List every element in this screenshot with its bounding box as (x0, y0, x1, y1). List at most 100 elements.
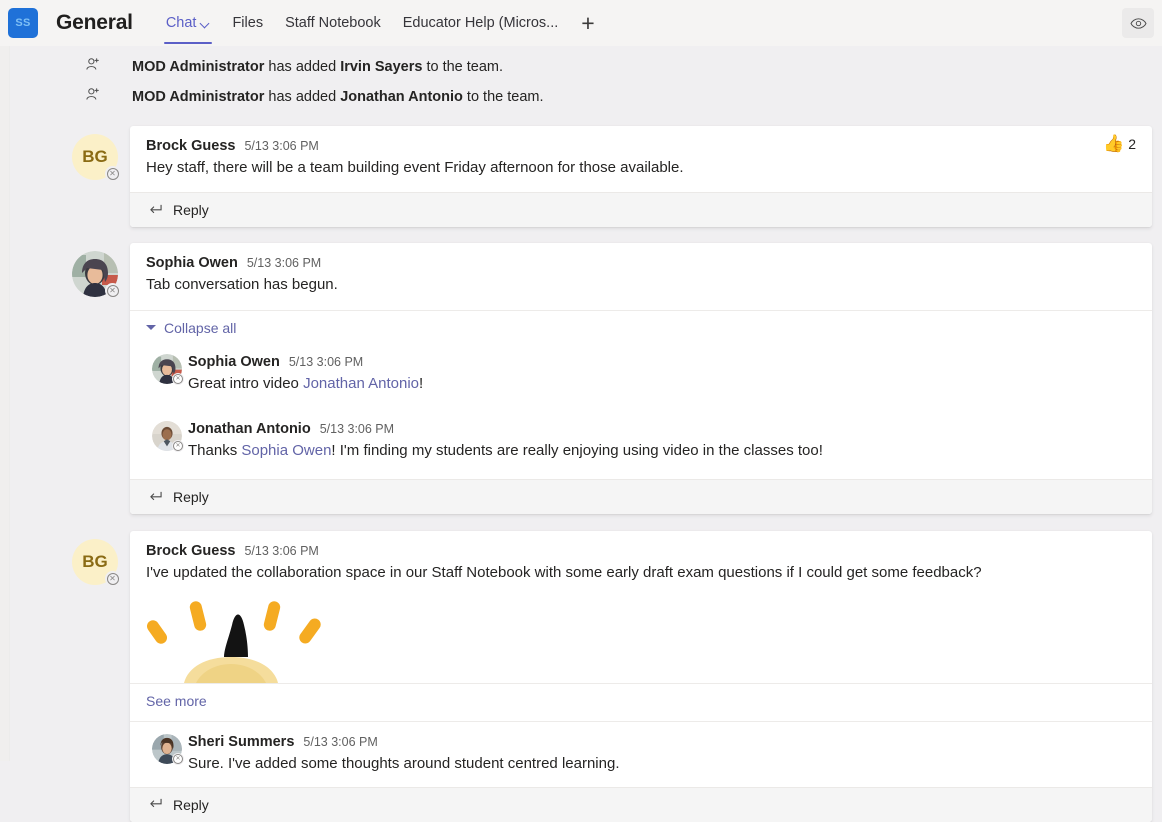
message-header: Sophia Owen 5/13 3:06 PM (146, 255, 1138, 271)
text-after: ! I'm finding my students are really enj… (331, 441, 823, 459)
message-group: BG ✕ Brock Guess 5/13 3:06 PM Hey staff,… (10, 126, 1162, 228)
message-card[interactable]: Brock Guess 5/13 3:06 PM I've updated th… (130, 531, 1152, 822)
avatar-initials: BG (82, 147, 108, 166)
reply-content: Sophia Owen 5/13 3:06 PM Great intro vid… (188, 354, 1138, 394)
chevron-down-icon[interactable] (201, 19, 210, 28)
message-timestamp: 5/13 3:06 PM (246, 256, 322, 271)
mention-link[interactable]: Sophia Owen (241, 442, 331, 459)
tab-bar: Chat Files Staff Notebook Educator Help … (155, 0, 607, 46)
system-message-text: MOD Administrator has added Jonathan Ant… (132, 89, 544, 105)
avatar[interactable]: BG ✕ (72, 134, 120, 181)
avatar[interactable]: ✕ (152, 353, 184, 385)
message-text: Hey staff, there will be a team building… (146, 159, 684, 176)
avatar[interactable]: BG ✕ (72, 539, 120, 586)
message-body: Sophia Owen 5/13 3:06 PM Tab conversatio… (130, 243, 1152, 309)
tab-staff-notebook[interactable]: Staff Notebook (274, 0, 392, 46)
channel-header: SS General Chat Files Staff Notebook Edu… (0, 0, 1162, 46)
avatar[interactable]: ✕ (152, 734, 184, 766)
tab-chat-label: Chat (165, 15, 197, 31)
message-timestamp: 5/13 3:06 PM (244, 544, 319, 558)
system-suffix: to the team. (462, 89, 544, 105)
thread-reply: ✕ Sheri Summers 5/13 3:06 PM Sure. I've … (130, 722, 1152, 786)
system-message-text: MOD Administrator has added Irvin Sayers… (132, 59, 503, 75)
message-text: I've updated the collaboration space in … (146, 564, 982, 581)
reply-label: Reply (173, 796, 209, 813)
text-before: Great intro video (188, 374, 304, 392)
tab-staff-notebook-label: Staff Notebook (285, 15, 381, 31)
message-body: Brock Guess 5/13 3:06 PM Hey staff, ther… (130, 126, 1152, 192)
reply-label: Reply (173, 489, 209, 505)
reply-arrow-icon (150, 204, 162, 213)
message-header: Sophia Owen 5/13 3:06 PM (188, 354, 1138, 370)
system-actor: MOD Administrator (132, 89, 265, 105)
reply-content: Sheri Summers 5/13 3:06 PM Sure. I've ad… (188, 734, 1138, 774)
presence-badge: ✕ (172, 753, 184, 766)
eye-icon (1130, 17, 1146, 29)
system-target: Irvin Sayers (340, 59, 423, 75)
team-avatar[interactable]: SS (8, 8, 38, 38)
message-group: ✕ Sophia Owen 5/13 3:06 PM Tab conversat… (10, 243, 1162, 514)
message-text: Great intro video Jonathan Antonio! (188, 374, 1138, 394)
reply-button[interactable]: Reply (130, 786, 1152, 822)
person-add-icon (84, 56, 102, 78)
see-more-button[interactable]: See more (146, 693, 207, 709)
reply-button[interactable]: Reply (130, 192, 1152, 228)
reply-button[interactable]: Reply (130, 479, 1152, 514)
message-feed[interactable]: MOD Administrator has added Irvin Sayers… (10, 46, 1162, 822)
message-author: Brock Guess (146, 138, 236, 154)
conversation-body: MOD Administrator has added Irvin Sayers… (0, 46, 1162, 822)
tab-files[interactable]: Files (221, 0, 274, 46)
avatar-initials: BG (82, 552, 108, 571)
message-text: Tab conversation has begun. (146, 276, 338, 294)
add-tab-button[interactable]: + (569, 11, 606, 35)
thread-reply: ✕ Sophia Owen 5/13 3:06 PM Great intro v… (130, 345, 1152, 403)
avatar[interactable]: ✕ (72, 251, 120, 299)
message-header: Sheri Summers 5/13 3:06 PM (188, 734, 1138, 750)
collapse-all-button[interactable]: Collapse all (130, 311, 1152, 345)
see-more-row: See more (130, 683, 1152, 721)
message-text: Thanks Sophia Owen! I'm finding my stude… (188, 441, 1138, 461)
collapse-all-label: Collapse all (164, 319, 237, 336)
tab-chat[interactable]: Chat (155, 0, 222, 46)
message-header: Jonathan Antonio 5/13 3:06 PM (188, 421, 1138, 437)
team-avatar-initials: SS (15, 17, 31, 29)
reply-arrow-icon (150, 491, 162, 500)
message-timestamp: 5/13 3:06 PM (319, 421, 395, 436)
reply-label: Reply (173, 202, 209, 219)
tab-files-label: Files (232, 15, 264, 31)
reaction-badge[interactable]: 👍 2 (1103, 135, 1136, 152)
presence-badge: ✕ (105, 283, 120, 299)
presence-badge: ✕ (105, 166, 120, 181)
mention-link[interactable]: Jonathan Antonio (303, 375, 419, 392)
message-card[interactable]: Sophia Owen 5/13 3:06 PM Tab conversatio… (130, 243, 1152, 514)
message-author: Sheri Summers (188, 734, 295, 751)
message-author: Jonathan Antonio (188, 420, 311, 437)
message-timestamp: 5/13 3:06 PM (288, 354, 364, 369)
message-body: Brock Guess 5/13 3:06 PM I've updated th… (130, 531, 1152, 684)
message-text: Sure. I've added some thoughts around st… (188, 755, 620, 773)
message-timestamp: 5/13 3:06 PM (303, 735, 378, 750)
system-target: Jonathan Antonio (340, 89, 463, 105)
message-author: Sophia Owen (188, 353, 280, 370)
thread-replies: ✕ Sheri Summers 5/13 3:06 PM Sure. I've … (130, 721, 1152, 786)
channel-visibility-button[interactable] (1122, 8, 1154, 38)
tab-educator-help-label: Educator Help (Micros... (402, 15, 559, 31)
left-rail (0, 46, 10, 761)
system-middle: has added (264, 59, 341, 75)
system-suffix: to the team. (422, 59, 504, 75)
avatar[interactable]: ✕ (152, 420, 184, 452)
system-message: MOD Administrator has added Jonathan Ant… (10, 82, 1162, 112)
presence-badge: ✕ (172, 439, 184, 452)
message-author: Sophia Owen (146, 255, 238, 272)
reply-arrow-icon (150, 798, 162, 808)
tab-educator-help[interactable]: Educator Help (Micros... (392, 0, 570, 46)
triangle-down-icon (146, 325, 156, 330)
reply-content: Jonathan Antonio 5/13 3:06 PM Thanks Sop… (188, 421, 1138, 461)
message-header: Brock Guess 5/13 3:06 PM (146, 543, 1138, 559)
text-before: Thanks (188, 441, 242, 459)
message-card[interactable]: Brock Guess 5/13 3:06 PM Hey staff, ther… (130, 126, 1152, 228)
presence-badge: ✕ (172, 372, 184, 385)
thumbs-up-icon: 👍 (1103, 134, 1125, 153)
system-actor: MOD Administrator (132, 59, 265, 75)
attachment-image[interactable] (146, 595, 1138, 684)
